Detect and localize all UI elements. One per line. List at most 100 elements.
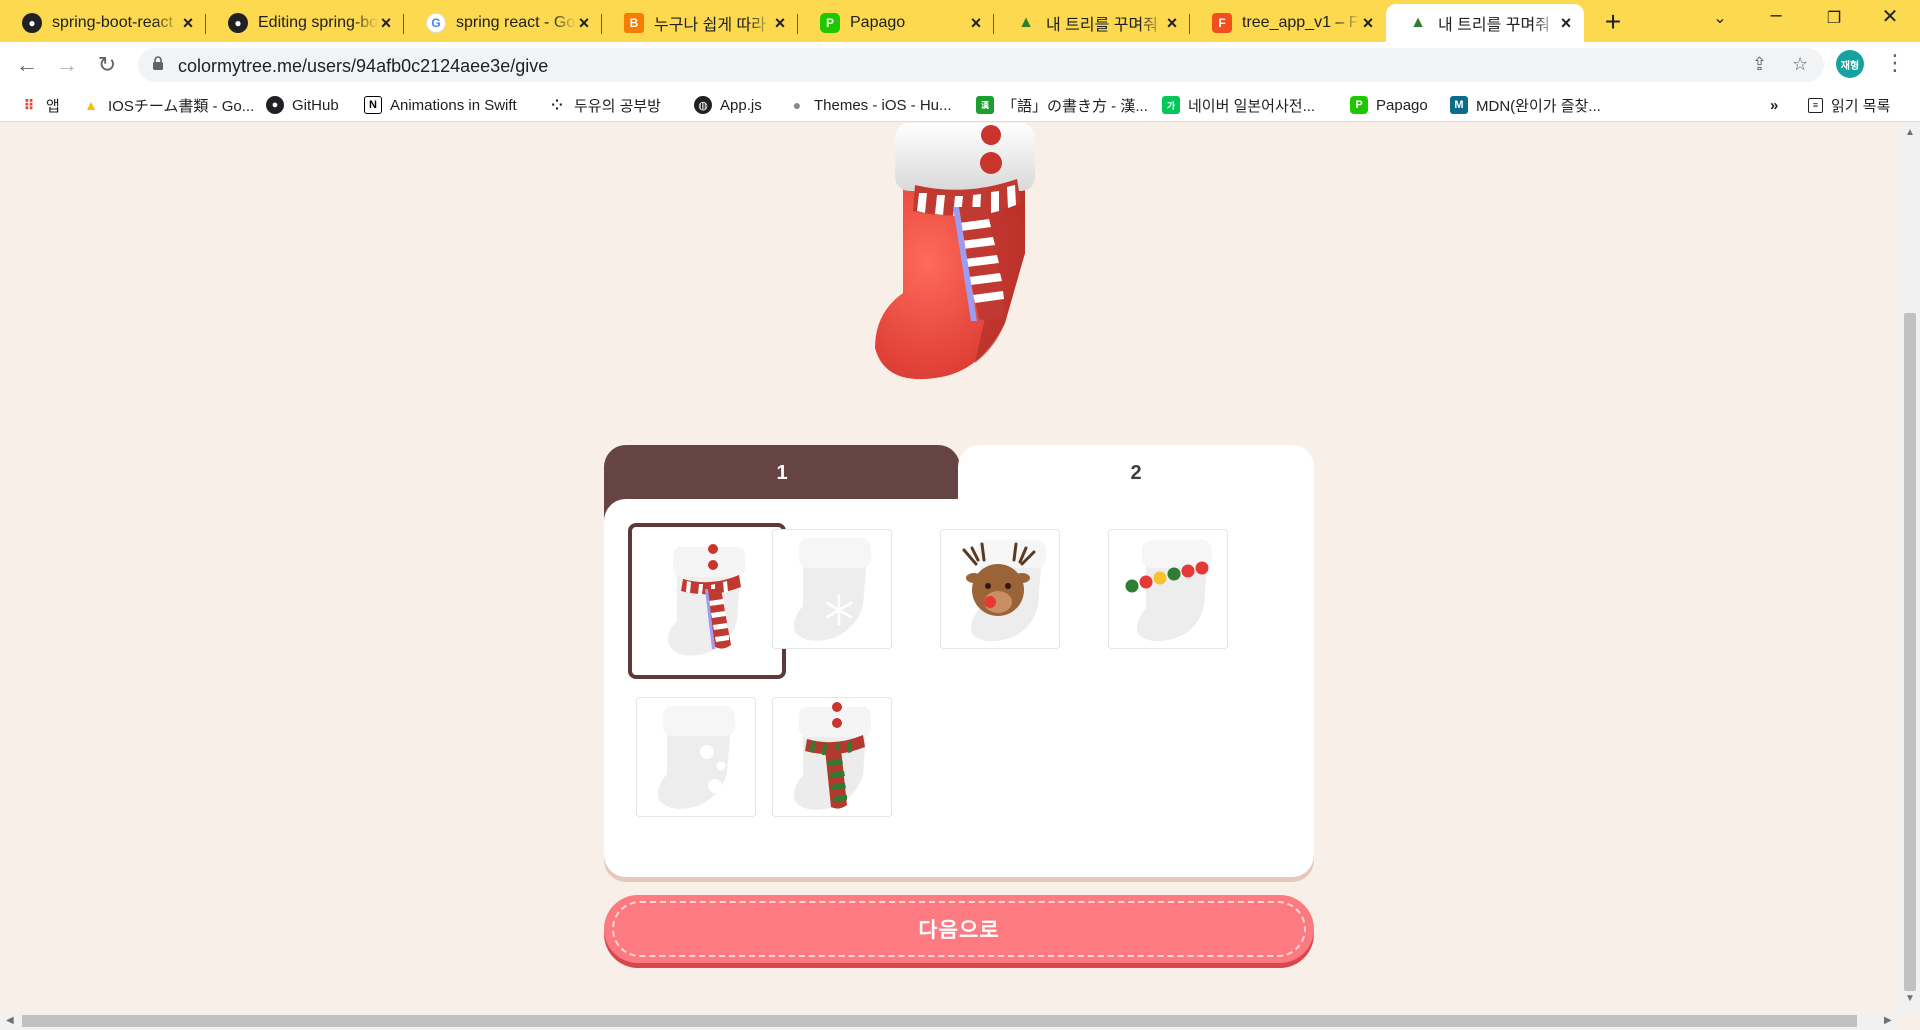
close-icon[interactable]: × [1360,13,1376,34]
share-icon[interactable]: ⇪ [1752,54,1767,75]
mdn-icon: M [1450,96,1468,114]
browser-tab[interactable]: F tree_app_v1 – Fig × [1190,4,1386,42]
next-button[interactable]: 다음으로 [604,895,1314,963]
horizontal-scroll-thumb[interactable] [22,1015,1857,1027]
close-icon[interactable]: × [1558,13,1574,34]
bookmark-item[interactable]: ⠿ 앱 [20,95,60,115]
bookmark-label: GitHub [292,96,339,114]
next-button-label: 다음으로 [918,919,1000,942]
scroll-up-icon[interactable]: ▲ [1905,127,1915,138]
github-icon: ● [228,13,248,33]
blogger-icon: B [624,13,644,33]
item-stocking-striped-scarf[interactable] [628,523,786,679]
reading-list-button[interactable]: ≡ 읽기 목록 [1808,95,1890,115]
browser-tab[interactable]: ▲ 내 트리를 꾸며줘 × [994,4,1190,42]
stocking-preview [875,123,1035,380]
bookmark-item[interactable]: M MDN(완이가 즐찾... [1450,95,1601,115]
browser-tab[interactable]: B 누구나 쉽게 따라 × [602,4,798,42]
google-drive-icon: ▲ [84,97,98,113]
scroll-right-icon[interactable]: ▶ [1884,1015,1892,1026]
papago-icon: P [820,13,840,33]
vertical-scroll-thumb[interactable] [1904,313,1916,991]
github-icon: ● [22,13,42,33]
scroll-down-icon[interactable]: ▼ [1905,993,1915,1004]
new-tab-button[interactable]: + [1596,6,1630,38]
bookmark-label: Animations in Swift [390,96,517,114]
item-stocking-green-scarf[interactable] [772,697,892,817]
item-stocking-polka-dots[interactable] [636,697,756,817]
address-bar[interactable]: colormytree.me/users/94afb0c2124aee3e/gi… [138,48,1824,82]
tab-title: 누구나 쉽게 따라 [654,17,766,34]
reading-list-label: 읽기 목록 [1831,97,1891,115]
horizontal-scrollbar[interactable]: ◀ ▶ [0,1012,1900,1030]
close-icon[interactable]: × [772,13,788,34]
bookmark-item[interactable]: P Papago [1350,95,1428,115]
item-stocking-reindeer[interactable] [940,529,1060,649]
apps-grid-icon: ⠿ [23,96,35,113]
item-selection-panel [604,493,1314,877]
forward-button[interactable]: → [50,48,84,82]
restore-button[interactable]: ❐ [1814,8,1854,28]
page-viewport: 1 2 다음으로 [0,123,1900,1013]
close-icon[interactable]: × [1164,13,1180,34]
close-icon[interactable]: × [576,13,592,34]
bookmark-label: 「語」の書き方 - 漢... [1002,97,1148,115]
browser-tab[interactable]: G spring react - Go × [404,4,602,42]
bookmark-item[interactable]: ● GitHub [266,95,339,115]
kanji-icon: 漢 [976,96,994,114]
item-stocking-snowflake[interactable] [772,529,892,649]
tab-title: 내 트리를 꾸며줘 [1438,17,1550,34]
item-stocking-beads[interactable] [1108,529,1228,649]
back-button[interactable]: ← [10,48,44,82]
tab-title: 내 트리를 꾸며줘 [1046,17,1158,34]
bookmark-item[interactable]: 가 네이버 일본어사전... [1162,95,1315,115]
papago-icon: P [1350,96,1368,114]
bookmark-label: Themes - iOS - Hu... [814,96,952,114]
bookmark-label: MDN(완이가 즐찾... [1476,97,1601,115]
vertical-scrollbar[interactable]: ▲ ▼ [1900,123,1920,1013]
tab-title: tree_app_v1 – Fig [1242,14,1360,31]
close-icon[interactable]: × [968,13,984,34]
globe-icon: ◍ [694,96,712,114]
bookmark-label: 두유의 공부방 [574,97,661,115]
bookmark-label: Papago [1376,96,1428,114]
bookmark-item[interactable]: 漢 「語」の書き方 - 漢... [976,95,1148,115]
stocking-striped-scarf-icon [668,544,745,656]
bookmark-label: 앱 [46,97,60,115]
notion-icon: N [364,96,382,114]
reload-button[interactable]: ↻ [90,48,124,82]
bookmark-item[interactable]: ◍ App.js [694,95,762,115]
bookmark-item[interactable]: N Animations in Swift [364,95,517,115]
browser-tab[interactable]: ● Editing spring-bo × [206,4,404,42]
browser-tab[interactable]: P Papago × [798,4,994,42]
menu-icon[interactable]: ⋮ [1884,50,1906,76]
tab-page-2[interactable]: 2 [958,445,1314,501]
browser-tab[interactable]: ● spring-boot-react × [0,4,206,42]
bookmarks-bar: ⠿ 앱 ▲ IOSチーム書類 - Go... ● GitHub N Animat… [0,88,1920,122]
close-icon[interactable]: × [180,13,196,34]
dots-icon: ⁘ [551,96,563,113]
tab-title: spring-boot-react [52,14,173,31]
apple-icon: ● [792,97,802,113]
github-icon: ● [266,96,284,114]
close-icon[interactable]: × [378,13,394,34]
bookmark-item[interactable]: ▲ IOSチーム書類 - Go... [82,95,254,115]
stocking-reindeer-icon [962,540,1046,642]
url-text[interactable]: colormytree.me/users/94afb0c2124aee3e/gi… [178,56,548,77]
tab-strip: ● spring-boot-react × ● Editing spring-b… [0,0,1920,42]
tab-title: Editing spring-bo [258,14,378,31]
minimize-button[interactable]: – [1756,4,1796,27]
bookmark-star-icon[interactable]: ☆ [1792,54,1808,75]
bookmark-item[interactable]: ⁘ 두유의 공부방 [548,95,661,115]
tab-search-icon[interactable]: ⌄ [1700,8,1740,28]
bookmark-label: App.js [720,96,762,114]
scroll-left-icon[interactable]: ◀ [6,1015,14,1026]
bookmarks-overflow-button[interactable]: » [1770,95,1778,115]
bookmark-item[interactable]: ● Themes - iOS - Hu... [788,95,952,115]
browser-tab-active[interactable]: ▲ 내 트리를 꾸며줘 × [1386,4,1584,42]
stocking-green-scarf-icon [794,702,871,810]
stocking-beads-icon [1125,540,1212,642]
stocking-polka-dots-icon [658,706,735,809]
window-close-button[interactable]: ✕ [1870,4,1910,29]
profile-avatar[interactable]: 재형 [1836,50,1864,78]
